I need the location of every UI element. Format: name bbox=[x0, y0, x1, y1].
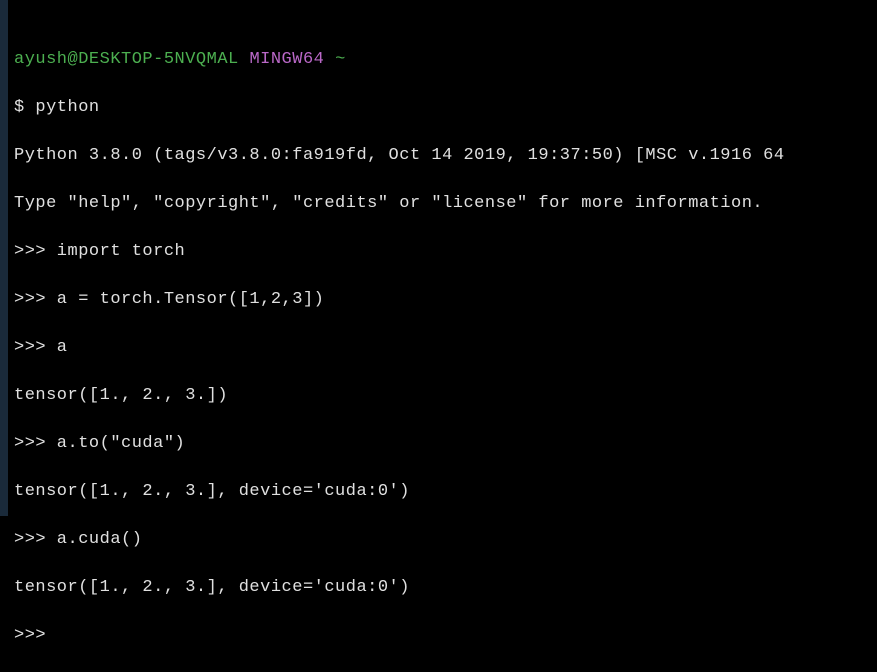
repl-input: >>> import torch bbox=[14, 240, 877, 264]
command-line: $ python bbox=[14, 96, 877, 120]
python-help: Type "help", "copyright", "credits" or "… bbox=[14, 192, 877, 216]
repl-input: >>> a.to("cuda") bbox=[14, 432, 877, 456]
repl-input: >>> a.cuda() bbox=[14, 528, 877, 552]
repl-output: tensor([1., 2., 3.], device='cuda:0') bbox=[14, 480, 877, 504]
repl-output: tensor([1., 2., 3.]) bbox=[14, 384, 877, 408]
terminal-output[interactable]: ayush@DESKTOP-5NVQMAL MINGW64 ~ $ python… bbox=[14, 24, 877, 672]
shell-prompt: ayush@DESKTOP-5NVQMAL MINGW64 ~ bbox=[14, 48, 877, 72]
prompt-path: ~ bbox=[335, 50, 346, 69]
python-banner: Python 3.8.0 (tags/v3.8.0:fa919fd, Oct 1… bbox=[14, 144, 877, 168]
prompt-user-host: ayush@DESKTOP-5NVQMAL bbox=[14, 50, 239, 69]
repl-output: tensor([1., 2., 3.], device='cuda:0') bbox=[14, 576, 877, 600]
window-edge bbox=[0, 0, 8, 516]
repl-input: >>> a bbox=[14, 336, 877, 360]
prompt-env: MINGW64 bbox=[249, 50, 324, 69]
repl-prompt: >>> bbox=[14, 624, 877, 648]
repl-input: >>> a = torch.Tensor([1,2,3]) bbox=[14, 288, 877, 312]
